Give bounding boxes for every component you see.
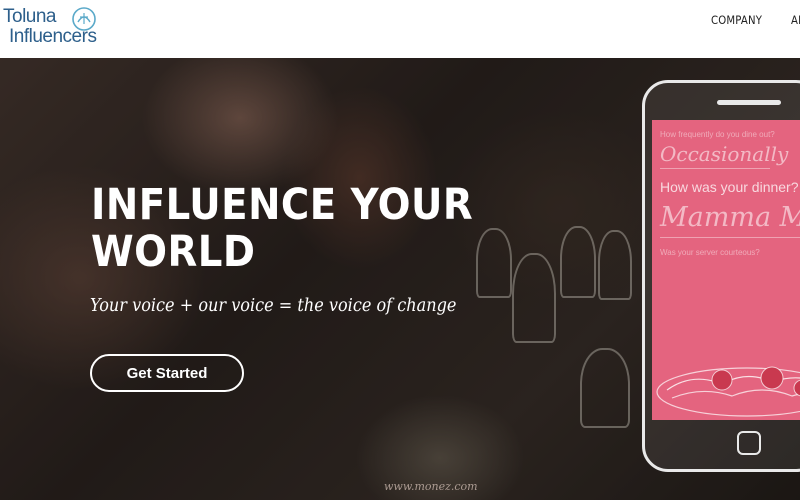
hero-section: INFLUENCE YOUR WORLD Your voice + our vo… xyxy=(0,58,800,500)
hero-tagline: Your voice + our voice = the voice of ch… xyxy=(90,296,457,316)
nav-link-about[interactable]: ABOU xyxy=(791,13,800,27)
logo-line1: Toluna xyxy=(3,6,57,27)
wine-glass-decor xyxy=(512,253,556,343)
survey-question-3: Was your server courteous? xyxy=(660,248,760,257)
wine-glass-decor xyxy=(580,348,630,428)
nav-link-company[interactable]: COMPANY xyxy=(711,13,762,27)
hero-title: INFLUENCE YOUR WORLD xyxy=(91,180,474,277)
logo-line2: Influencers xyxy=(9,26,97,47)
phone-home-button xyxy=(737,431,761,455)
answer-underline xyxy=(660,237,800,238)
wine-glass-decor xyxy=(598,230,632,300)
phone-speaker xyxy=(717,100,781,105)
survey-question-1: How frequently do you dine out? xyxy=(660,130,775,139)
survey-answer-1: Occasionally xyxy=(660,142,789,166)
wine-glass-decor xyxy=(560,226,596,298)
survey-question-2: How was your dinner? xyxy=(660,179,799,195)
top-navbar: Toluna Influencers COMPANY ABOU xyxy=(0,0,800,58)
toluna-influencers-logo[interactable]: Toluna Influencers xyxy=(3,6,103,48)
phone-mockup: How frequently do you dine out? Occasion… xyxy=(642,80,800,472)
main-nav: COMPANY ABOU xyxy=(711,13,800,27)
answer-underline xyxy=(660,168,770,169)
get-started-button[interactable]: Get Started xyxy=(90,354,244,392)
watermark: www.monez.com xyxy=(384,480,478,493)
phone-screen: How frequently do you dine out? Occasion… xyxy=(652,120,800,420)
survey-answer-2: Mamma Mia xyxy=(660,202,800,233)
pasta-illustration xyxy=(656,366,800,417)
